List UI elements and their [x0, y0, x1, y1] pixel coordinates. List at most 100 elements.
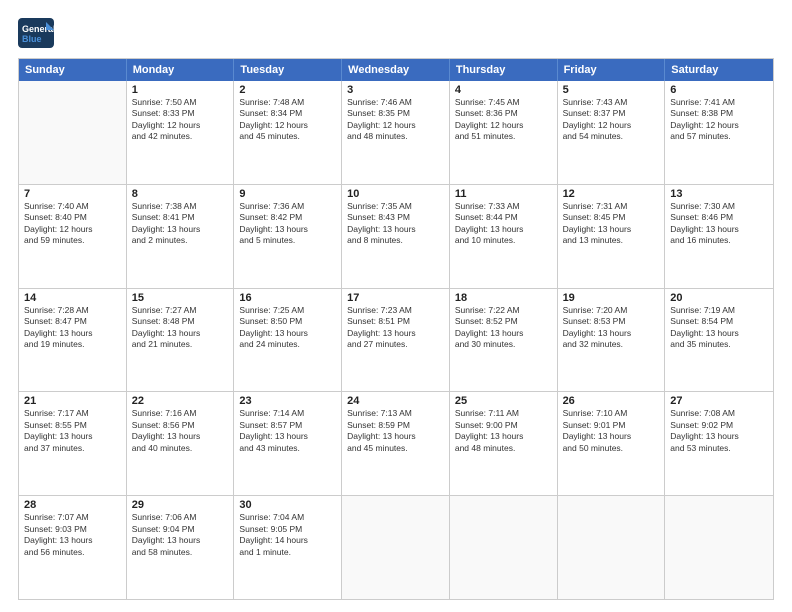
calendar-cell — [19, 81, 127, 184]
cell-info-line: and 43 minutes. — [239, 443, 336, 454]
day-number: 24 — [347, 395, 444, 407]
logo-icon: General Blue — [18, 18, 54, 48]
cell-info-line: Daylight: 13 hours — [24, 431, 121, 442]
cell-info-line: Sunset: 8:56 PM — [132, 420, 229, 431]
day-number: 29 — [132, 499, 229, 511]
cell-info-line: Sunrise: 7:10 AM — [563, 408, 660, 419]
cell-info-line: Daylight: 12 hours — [563, 120, 660, 131]
cell-info-line: Sunrise: 7:19 AM — [670, 305, 768, 316]
cell-info-line: and 50 minutes. — [563, 443, 660, 454]
cell-info-line: Sunset: 8:33 PM — [132, 108, 229, 119]
header: General Blue — [18, 18, 774, 48]
day-number: 27 — [670, 395, 768, 407]
day-number: 15 — [132, 292, 229, 304]
logo: General Blue — [18, 18, 54, 48]
cell-info-line: Daylight: 13 hours — [24, 535, 121, 546]
day-number: 17 — [347, 292, 444, 304]
day-number: 13 — [670, 188, 768, 200]
cell-info-line: Sunset: 8:46 PM — [670, 212, 768, 223]
cell-info-line: Sunrise: 7:23 AM — [347, 305, 444, 316]
cell-info-line: and 27 minutes. — [347, 339, 444, 350]
calendar-cell: 19Sunrise: 7:20 AMSunset: 8:53 PMDayligh… — [558, 289, 666, 392]
calendar-week-row: 7Sunrise: 7:40 AMSunset: 8:40 PMDaylight… — [19, 185, 773, 289]
cell-info-line: Sunrise: 7:20 AM — [563, 305, 660, 316]
cell-info-line: Sunset: 8:35 PM — [347, 108, 444, 119]
cell-info-line: and 30 minutes. — [455, 339, 552, 350]
svg-text:Blue: Blue — [22, 34, 42, 44]
cell-info-line: and 53 minutes. — [670, 443, 768, 454]
cell-info-line: Daylight: 13 hours — [347, 224, 444, 235]
cell-info-line: Sunset: 8:45 PM — [563, 212, 660, 223]
cell-info-line: Sunset: 8:47 PM — [24, 316, 121, 327]
cell-info-line: and 51 minutes. — [455, 131, 552, 142]
day-number: 28 — [24, 499, 121, 511]
cell-info-line: Sunrise: 7:16 AM — [132, 408, 229, 419]
calendar-week-row: 21Sunrise: 7:17 AMSunset: 8:55 PMDayligh… — [19, 392, 773, 496]
weekday-header: Sunday — [19, 59, 127, 81]
cell-info-line: Sunset: 8:37 PM — [563, 108, 660, 119]
cell-info-line: Daylight: 12 hours — [670, 120, 768, 131]
cell-info-line: Sunset: 8:54 PM — [670, 316, 768, 327]
day-number: 25 — [455, 395, 552, 407]
weekday-header: Tuesday — [234, 59, 342, 81]
calendar-cell: 14Sunrise: 7:28 AMSunset: 8:47 PMDayligh… — [19, 289, 127, 392]
calendar-cell — [558, 496, 666, 599]
cell-info-line: Sunset: 8:57 PM — [239, 420, 336, 431]
cell-info-line: Sunset: 8:52 PM — [455, 316, 552, 327]
calendar-cell: 7Sunrise: 7:40 AMSunset: 8:40 PMDaylight… — [19, 185, 127, 288]
cell-info-line: and 37 minutes. — [24, 443, 121, 454]
cell-info-line: Sunrise: 7:38 AM — [132, 201, 229, 212]
day-number: 12 — [563, 188, 660, 200]
day-number: 4 — [455, 84, 552, 96]
cell-info-line: Sunset: 9:02 PM — [670, 420, 768, 431]
calendar: SundayMondayTuesdayWednesdayThursdayFrid… — [18, 58, 774, 600]
cell-info-line: Daylight: 13 hours — [347, 328, 444, 339]
calendar-cell: 24Sunrise: 7:13 AMSunset: 8:59 PMDayligh… — [342, 392, 450, 495]
cell-info-line: Sunset: 8:44 PM — [455, 212, 552, 223]
cell-info-line: and 48 minutes. — [455, 443, 552, 454]
calendar-cell: 15Sunrise: 7:27 AMSunset: 8:48 PMDayligh… — [127, 289, 235, 392]
cell-info-line: Daylight: 13 hours — [563, 431, 660, 442]
day-number: 26 — [563, 395, 660, 407]
cell-info-line: Sunrise: 7:33 AM — [455, 201, 552, 212]
cell-info-line: Sunrise: 7:25 AM — [239, 305, 336, 316]
day-number: 8 — [132, 188, 229, 200]
calendar-cell: 29Sunrise: 7:06 AMSunset: 9:04 PMDayligh… — [127, 496, 235, 599]
cell-info-line: and 32 minutes. — [563, 339, 660, 350]
calendar-cell — [450, 496, 558, 599]
day-number: 21 — [24, 395, 121, 407]
cell-info-line: Sunset: 9:00 PM — [455, 420, 552, 431]
calendar-cell: 11Sunrise: 7:33 AMSunset: 8:44 PMDayligh… — [450, 185, 558, 288]
day-number: 2 — [239, 84, 336, 96]
cell-info-line: and 16 minutes. — [670, 235, 768, 246]
cell-info-line: and 21 minutes. — [132, 339, 229, 350]
cell-info-line: Daylight: 13 hours — [455, 328, 552, 339]
calendar-cell: 30Sunrise: 7:04 AMSunset: 9:05 PMDayligh… — [234, 496, 342, 599]
day-number: 5 — [563, 84, 660, 96]
calendar-cell — [665, 496, 773, 599]
cell-info-line: Sunrise: 7:08 AM — [670, 408, 768, 419]
cell-info-line: Sunrise: 7:04 AM — [239, 512, 336, 523]
cell-info-line: Daylight: 13 hours — [455, 224, 552, 235]
calendar-week-row: 1Sunrise: 7:50 AMSunset: 8:33 PMDaylight… — [19, 81, 773, 185]
cell-info-line: Sunrise: 7:43 AM — [563, 97, 660, 108]
cell-info-line: Daylight: 13 hours — [132, 535, 229, 546]
cell-info-line: Daylight: 13 hours — [24, 328, 121, 339]
cell-info-line: Sunrise: 7:48 AM — [239, 97, 336, 108]
day-number: 7 — [24, 188, 121, 200]
cell-info-line: and 54 minutes. — [563, 131, 660, 142]
cell-info-line: and 35 minutes. — [670, 339, 768, 350]
calendar-cell: 17Sunrise: 7:23 AMSunset: 8:51 PMDayligh… — [342, 289, 450, 392]
calendar-cell: 13Sunrise: 7:30 AMSunset: 8:46 PMDayligh… — [665, 185, 773, 288]
cell-info-line: Sunset: 8:40 PM — [24, 212, 121, 223]
cell-info-line: Daylight: 14 hours — [239, 535, 336, 546]
cell-info-line: Sunrise: 7:27 AM — [132, 305, 229, 316]
cell-info-line: and 24 minutes. — [239, 339, 336, 350]
weekday-header: Saturday — [665, 59, 773, 81]
cell-info-line: Daylight: 13 hours — [670, 431, 768, 442]
day-number: 10 — [347, 188, 444, 200]
day-number: 30 — [239, 499, 336, 511]
calendar-week-row: 14Sunrise: 7:28 AMSunset: 8:47 PMDayligh… — [19, 289, 773, 393]
cell-info-line: and 10 minutes. — [455, 235, 552, 246]
calendar-cell: 21Sunrise: 7:17 AMSunset: 8:55 PMDayligh… — [19, 392, 127, 495]
